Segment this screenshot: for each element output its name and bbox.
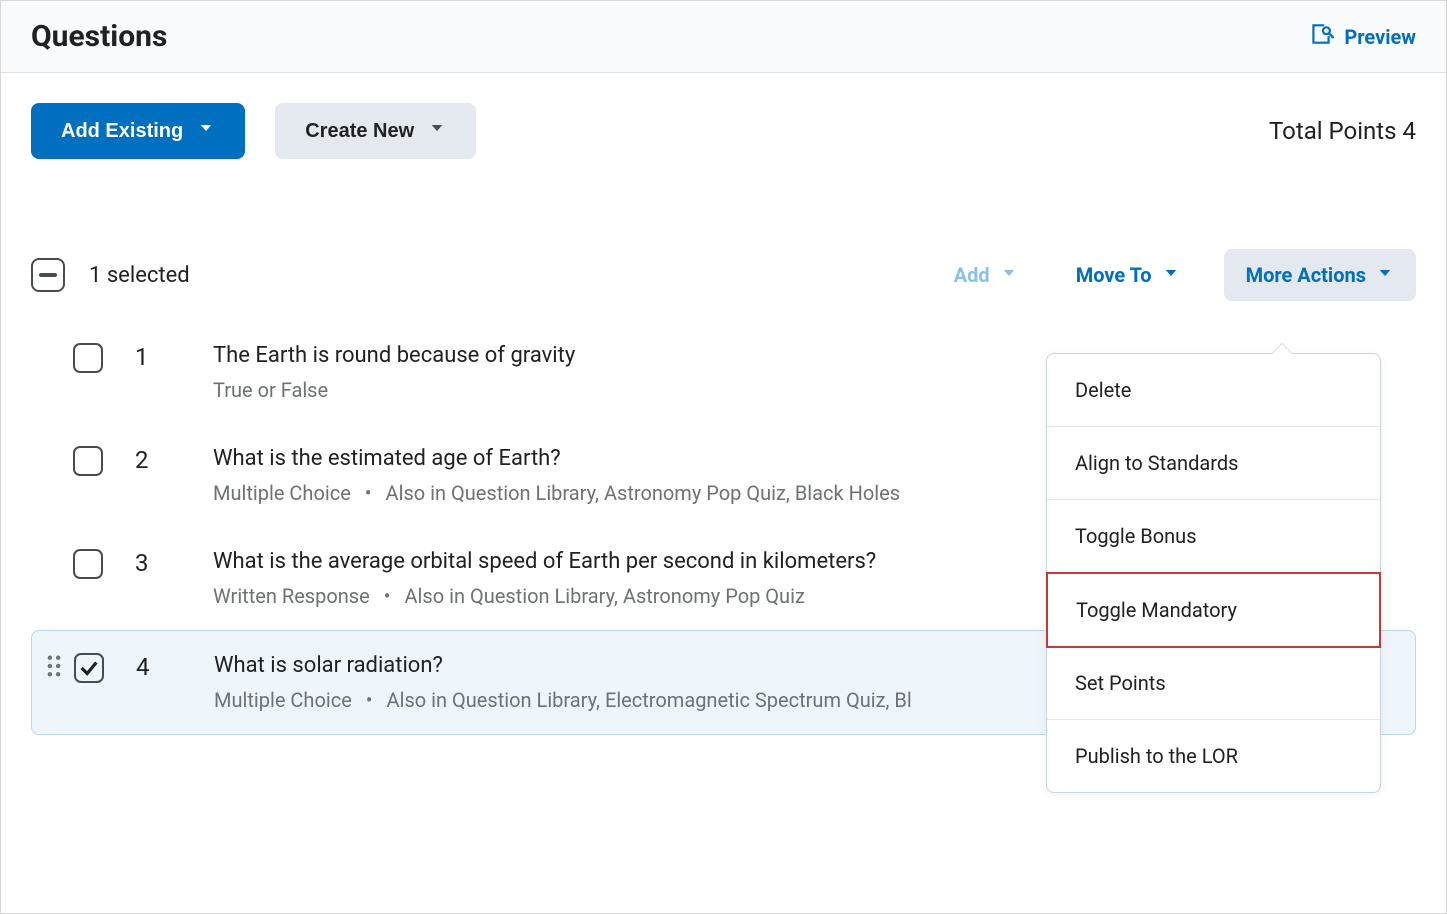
chevron-down-icon: [1376, 263, 1394, 287]
more-actions-dropdown[interactable]: More Actions: [1224, 249, 1416, 301]
dropdown-item-align-to-standards[interactable]: Align to Standards: [1047, 427, 1380, 500]
meta-separator-icon: •: [384, 584, 391, 608]
drag-handle-icon[interactable]: [44, 653, 64, 677]
chevron-down-icon: [1000, 263, 1018, 287]
preview-label: Preview: [1344, 25, 1416, 49]
chevron-down-icon: [428, 119, 446, 143]
move-to-dropdown[interactable]: Move To: [1062, 253, 1194, 297]
create-new-label: Create New: [305, 120, 414, 143]
dropdown-item-set-points[interactable]: Set Points: [1047, 647, 1380, 720]
move-to-label: Move To: [1076, 263, 1152, 287]
preview-icon: [1308, 21, 1334, 52]
meta-separator-icon: •: [366, 688, 373, 712]
preview-button[interactable]: Preview: [1308, 21, 1416, 52]
question-type: Multiple Choice: [214, 688, 352, 712]
more-actions-label: More Actions: [1246, 263, 1366, 287]
create-new-button[interactable]: Create New: [275, 103, 476, 159]
question-type: Written Response: [213, 584, 370, 608]
question-checkbox[interactable]: [73, 549, 103, 579]
dropdown-item-delete[interactable]: Delete: [1047, 354, 1380, 427]
question-number: 2: [135, 446, 165, 474]
question-also-in: Also in Question Library, Astronomy Pop …: [386, 481, 901, 505]
question-number: 3: [135, 549, 165, 577]
add-label: Add: [954, 263, 990, 287]
question-number: 1: [135, 343, 165, 371]
dropdown-item-publish-to-the-lor[interactable]: Publish to the LOR: [1047, 720, 1380, 792]
total-points: Total Points 4: [1269, 117, 1416, 145]
dropdown-item-toggle-mandatory[interactable]: Toggle Mandatory: [1046, 572, 1381, 648]
more-actions-menu: DeleteAlign to StandardsToggle BonusTogg…: [1046, 353, 1381, 793]
chevron-down-icon: [1162, 263, 1180, 287]
question-checkbox[interactable]: [74, 653, 104, 683]
chevron-down-icon: [197, 119, 215, 143]
meta-separator-icon: •: [365, 481, 372, 505]
selected-count: 1 selected: [89, 263, 190, 288]
add-dropdown[interactable]: Add: [940, 253, 1032, 297]
dropdown-item-toggle-bonus[interactable]: Toggle Bonus: [1047, 500, 1380, 573]
indeterminate-dash-icon: [39, 273, 57, 277]
question-number: 4: [136, 653, 166, 681]
select-all-checkbox[interactable]: [31, 258, 65, 292]
question-type: True or False: [213, 378, 328, 402]
question-checkbox[interactable]: [73, 446, 103, 476]
question-checkbox[interactable]: [73, 343, 103, 373]
question-type: Multiple Choice: [213, 481, 351, 505]
question-also-in: Also in Question Library, Electromagneti…: [387, 688, 912, 712]
add-existing-label: Add Existing: [61, 120, 183, 143]
page-title: Questions: [31, 19, 167, 54]
question-also-in: Also in Question Library, Astronomy Pop …: [405, 584, 805, 608]
add-existing-button[interactable]: Add Existing: [31, 103, 245, 159]
